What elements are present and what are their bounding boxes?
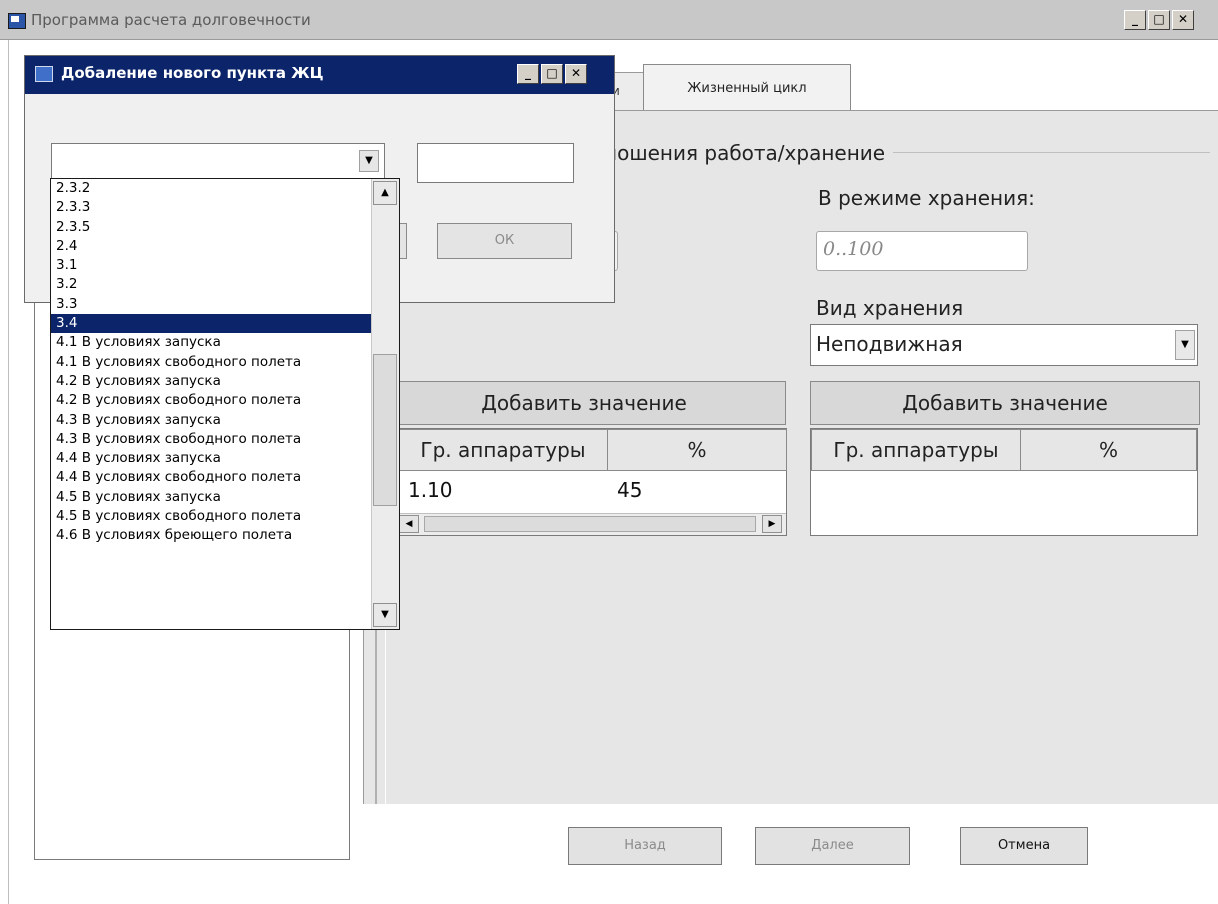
- window-border: [8, 40, 9, 904]
- storage-values-grid[interactable]: Гр. аппаратуры %: [810, 428, 1198, 536]
- scroll-right-icon[interactable]: ▶: [762, 515, 782, 533]
- list-item[interactable]: 4.4 В условиях запуска: [51, 449, 371, 468]
- list-item[interactable]: 4.3 В условиях свободного полета: [51, 430, 371, 449]
- dropdown-options: 2.3.2 2.3.3 2.3.5 2.4 3.1 3.2 3.3 3.4 4.…: [51, 179, 371, 629]
- list-item[interactable]: 4.2 В условиях запуска: [51, 372, 371, 391]
- list-item[interactable]: 4.2 В условиях свободного полета: [51, 391, 371, 410]
- item-value-input[interactable]: [417, 143, 574, 183]
- list-item[interactable]: 4.6 В условиях бреющего полета: [51, 526, 371, 545]
- grid-header-percent[interactable]: %: [1020, 429, 1197, 471]
- list-item[interactable]: 4.5 В условиях свободного полета: [51, 507, 371, 526]
- list-item[interactable]: 3.2: [51, 275, 371, 294]
- scroll-thumb[interactable]: [424, 516, 756, 532]
- list-item[interactable]: 4.3 В условиях запуска: [51, 411, 371, 430]
- storage-percent-input[interactable]: 0..100: [816, 231, 1028, 271]
- scroll-thumb[interactable]: [373, 354, 397, 506]
- dialog-title: Добаление нового пункта ЖЦ: [61, 64, 324, 82]
- storage-kind-select[interactable]: Неподвижная: [810, 324, 1198, 366]
- list-item[interactable]: 4.4 В условиях свободного полета: [51, 468, 371, 487]
- main-titlebar: Программа расчета долговечности _ □ ✕: [0, 0, 1218, 40]
- minimize-icon[interactable]: _: [1124, 10, 1146, 30]
- maximize-icon[interactable]: □: [541, 64, 563, 84]
- minimize-icon[interactable]: _: [517, 64, 539, 84]
- app-icon: [8, 13, 26, 29]
- scroll-left-icon[interactable]: ◀: [399, 515, 419, 533]
- grid-header-group[interactable]: Гр. аппаратуры: [811, 429, 1021, 471]
- list-item[interactable]: 4.1 В условиях свободного полета: [51, 353, 371, 372]
- list-item[interactable]: 4.5 В условиях запуска: [51, 488, 371, 507]
- tab-lifecycle[interactable]: Жизненный цикл: [643, 64, 851, 112]
- horizontal-scrollbar[interactable]: ◀ ▶: [398, 513, 786, 535]
- list-item[interactable]: 2.3.2: [51, 179, 371, 198]
- scroll-up-icon[interactable]: ▲: [373, 181, 397, 205]
- groupbox-title: ношения работа/хранение: [604, 141, 894, 165]
- list-item[interactable]: 3.1: [51, 256, 371, 275]
- vertical-scrollbar[interactable]: ▲ ▼: [371, 179, 399, 629]
- chevron-down-icon[interactable]: ▼: [359, 150, 379, 172]
- app-icon: [35, 66, 53, 82]
- list-item[interactable]: 2.4: [51, 237, 371, 256]
- list-item-selected[interactable]: 3.4: [51, 314, 371, 334]
- back-button[interactable]: Назад: [568, 827, 722, 865]
- list-item[interactable]: 3.3: [51, 295, 371, 314]
- chevron-down-icon[interactable]: ▼: [1175, 330, 1195, 360]
- dialog-titlebar: Добаление нового пункта ЖЦ _ □ ✕: [25, 56, 614, 94]
- add-storage-value-button[interactable]: Добавить значение: [810, 381, 1200, 425]
- ok-button[interactable]: ОК: [437, 223, 572, 259]
- close-icon[interactable]: ✕: [565, 64, 587, 84]
- grid-header-group[interactable]: Гр. аппаратуры: [398, 429, 608, 471]
- close-icon[interactable]: ✕: [1172, 10, 1194, 30]
- grid-header-percent[interactable]: %: [607, 429, 787, 471]
- list-item[interactable]: 4.1 В условиях запуска: [51, 333, 371, 352]
- grid-cell-group[interactable]: 1.10: [408, 478, 453, 502]
- storage-kind-label: Вид хранения: [816, 296, 964, 320]
- storage-mode-label: В режиме хранения:: [818, 186, 1035, 210]
- item-dropdown-list[interactable]: 2.3.2 2.3.3 2.3.5 2.4 3.1 3.2 3.3 3.4 4.…: [50, 178, 400, 630]
- grid-cell-percent[interactable]: 45: [617, 478, 642, 502]
- list-item[interactable]: 2.3.5: [51, 218, 371, 237]
- maximize-icon[interactable]: □: [1148, 10, 1170, 30]
- list-item[interactable]: 2.3.3: [51, 198, 371, 217]
- cancel-button[interactable]: Отмена: [960, 827, 1088, 865]
- window-title: Программа расчета долговечности: [31, 11, 311, 29]
- scroll-down-icon[interactable]: ▼: [373, 603, 397, 627]
- next-button[interactable]: Далее: [755, 827, 910, 865]
- add-work-value-button[interactable]: Добавить значение: [382, 381, 786, 425]
- item-combobox[interactable]: [51, 143, 385, 179]
- work-values-grid[interactable]: Гр. аппаратуры % 1.10 45 ◀ ▶: [397, 428, 787, 536]
